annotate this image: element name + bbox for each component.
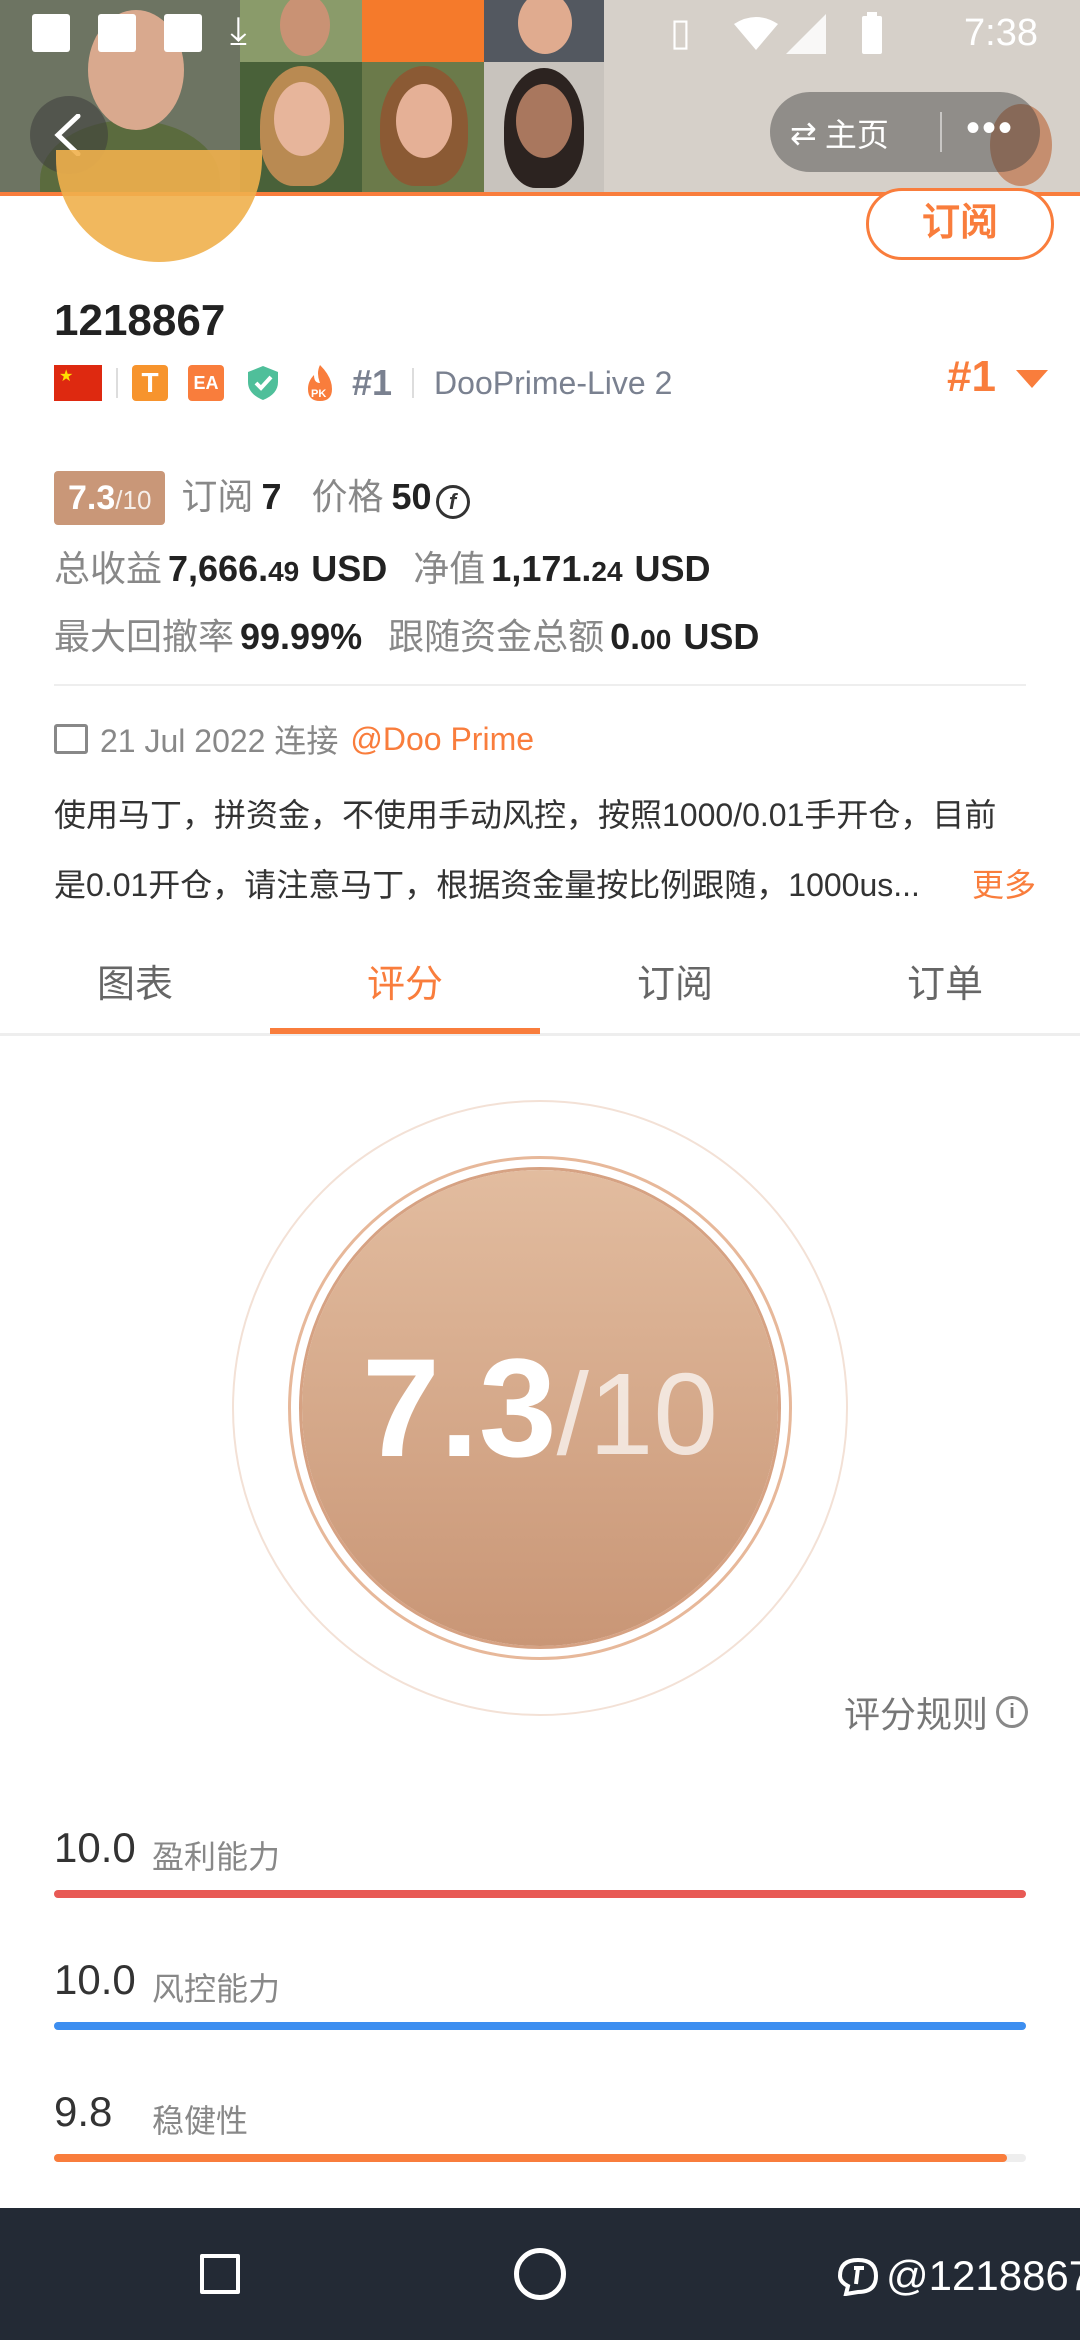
max-drawdown-label: 最大回撤率 [54, 616, 235, 657]
total-profit-label: 总收益 [54, 548, 163, 589]
metric-value: 9.8 [54, 2088, 113, 2135]
pill-divider [940, 112, 942, 152]
stats-row-1: 7.3/10 订阅 7 价格 50 f [54, 468, 470, 525]
battery-icon [862, 12, 882, 54]
user-id: 1218867 [54, 296, 226, 345]
tab-bar: 图表 评分 订阅 订单 [0, 940, 1080, 1036]
tab-chart[interactable]: 图表 [0, 940, 270, 1030]
price-label: 价格 [311, 476, 384, 517]
strategy-description: 使用马丁，拼资金，不使用手动风控，按照1000/0.01手开仓，目前 是0.01… [54, 780, 1044, 920]
price-value: 50 [391, 476, 432, 517]
signal-icon [786, 14, 826, 54]
subscriptions-label: 订阅 [181, 476, 254, 517]
recents-button[interactable] [200, 2254, 240, 2294]
tab-active-indicator [270, 1028, 540, 1034]
metric-name: 稳健性 [152, 2103, 249, 2139]
tab-rating[interactable]: 评分 [270, 940, 540, 1030]
china-flag-icon [54, 365, 102, 401]
status-bar: ⤓ ▯ 7:38 [0, 0, 1080, 70]
divider [116, 368, 118, 398]
status-time: 7:38 [964, 12, 1038, 54]
banner-photo [362, 62, 484, 196]
subscriptions-value: 7 [261, 476, 282, 517]
home-button[interactable]: ⇄ 主页 [790, 110, 889, 156]
total-profit-value: 7,666. [168, 548, 269, 589]
t-badge-icon: T [132, 365, 168, 401]
equity-decimals: 24 [591, 556, 623, 587]
home-label: 主页 [824, 117, 889, 153]
total-profit-decimals: 49 [268, 556, 300, 587]
ea-badge-icon: EA [188, 365, 224, 401]
metric-bar [54, 2154, 1026, 2162]
watermark: @1218867 [836, 2252, 1080, 2300]
max-drawdown-value: 99.99% [240, 616, 363, 657]
notification-icon [164, 14, 202, 52]
equity-label: 净值 [413, 548, 486, 589]
follow-funds-label: 跟随资金总额 [388, 616, 605, 657]
metric-bar [54, 1890, 1026, 1898]
follow-funds-value: 0. [610, 616, 641, 657]
svg-text:PK: PK [311, 388, 326, 400]
metric-bar-fill [54, 2022, 1026, 2030]
rating-rules-label: 评分规则 [843, 1694, 988, 1735]
switch-icon: ⇄ [790, 115, 817, 151]
divider [412, 368, 415, 398]
notification-icon [98, 14, 136, 52]
stats-row-3: 最大回撤率 99.99% 跟随资金总额 0. 00 USD [54, 608, 759, 660]
pk-flame-icon: PK [308, 365, 332, 401]
vibrate-icon: ▯ [670, 12, 691, 54]
metric-name: 盈利能力 [152, 1839, 281, 1875]
metric-bar-fill [54, 2154, 1007, 2162]
metric-bar-fill [54, 1890, 1026, 1898]
nav-pill: ⇄ 主页 ••• [770, 92, 1040, 172]
follow-funds-unit: USD [683, 616, 760, 657]
more-link[interactable]: 更多 [972, 850, 1036, 920]
metric-bar [54, 2022, 1026, 2030]
total-profit-unit: USD [311, 548, 388, 589]
metric-name: 风控能力 [152, 1971, 281, 2007]
banner-photo [484, 62, 604, 196]
more-options-icon[interactable]: ••• [966, 106, 1014, 151]
description-line: 是0.01开仓，请注意马丁，根据资金量按比例跟随，1000us... [54, 867, 920, 903]
tab-orders[interactable]: 订单 [810, 940, 1080, 1030]
metric-value: 10.0 [54, 1824, 136, 1871]
calendar-icon [54, 724, 88, 754]
subscribe-button[interactable]: 订阅 [866, 188, 1054, 260]
equity-value: 1,171. [491, 548, 592, 589]
description-line: 使用马丁，拼资金，不使用手动风控，按照1000/0.01手开仓，目前 [54, 797, 997, 833]
broker-link[interactable]: @Doo Prime [350, 721, 534, 758]
connection-date: 21 Jul 2022 连接 [100, 723, 339, 759]
wifi-icon [734, 17, 778, 50]
follow-funds-decimals: 00 [640, 624, 672, 655]
connection-info: 21 Jul 2022 连接 @Doo Prime [54, 716, 534, 762]
overall-score-denominator: /10 [556, 1349, 718, 1479]
watermark-text: @1218867 [886, 2252, 1080, 2299]
rank-dropdown[interactable]: #1 [947, 352, 996, 402]
home-system-button[interactable] [514, 2248, 566, 2300]
caret-down-icon[interactable] [1016, 370, 1048, 388]
overall-score: 7.3 /10 [302, 1170, 778, 1646]
app-logo-icon [837, 2257, 879, 2296]
metric-value: 10.0 [54, 1956, 136, 2003]
tab-subscriptions[interactable]: 订阅 [540, 940, 810, 1030]
shield-check-icon [248, 366, 278, 400]
notification-icon [32, 14, 70, 52]
score-badge: 7.3/10 [54, 471, 166, 525]
section-divider [54, 684, 1026, 686]
info-icon: i [996, 1696, 1028, 1728]
avatar[interactable] [56, 150, 262, 262]
equity-unit: USD [634, 548, 711, 589]
download-icon: ⤓ [230, 10, 247, 52]
rating-rules-link[interactable]: 评分规则 i [844, 1686, 1028, 1738]
overall-score-value: 7.3 [362, 1329, 557, 1486]
broker-name: DooPrime-Live 2 [434, 364, 673, 401]
stats-row-2: 总收益 7,666. 49 USD 净值 1,171. 24 USD [54, 540, 711, 592]
rank-badge: #1 [352, 362, 393, 403]
badge-row: T EA PK #1 DooPrime-Live 2 [54, 360, 672, 406]
coin-icon: f [435, 485, 470, 519]
